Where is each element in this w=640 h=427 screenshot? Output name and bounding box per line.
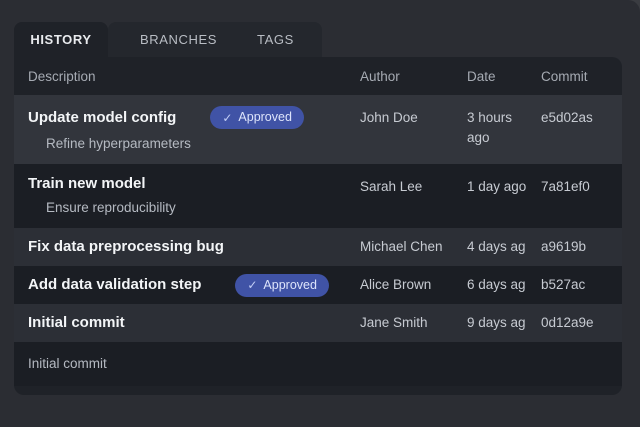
commit-description-cell: Fix data preprocessing bug	[14, 238, 360, 256]
commit-row[interactable]: Initial commit	[14, 342, 622, 386]
commit-title: Initial commit	[28, 314, 125, 331]
commit-title: Update model config	[28, 108, 177, 126]
commit-row[interactable]: Fix data preprocessing bug Michael Chen …	[14, 228, 622, 266]
column-header-description: Description	[28, 68, 96, 84]
commit-author: Sarah Lee	[360, 179, 423, 194]
commit-date: 1 day ago	[467, 179, 527, 194]
tab-tags[interactable]: TAGS	[257, 32, 294, 47]
column-header-date: Date	[467, 68, 496, 84]
tab-history[interactable]: HISTORY	[14, 22, 108, 57]
commit-subtitle: Refine hyperparameters	[46, 136, 191, 151]
commit-description-cell: Update model config ✓ Approved Refine hy…	[14, 106, 360, 151]
tab-branches[interactable]: BRANCHES	[140, 32, 217, 47]
commit-description-cell: Initial commit	[14, 355, 360, 373]
commit-row[interactable]: Initial commit Jane Smith 9 days ag 0d12…	[14, 304, 622, 342]
commit-hash: 0d12a9e	[541, 315, 594, 331]
commit-description-cell: Initial commit	[14, 314, 360, 332]
commit-title: Initial commit	[28, 356, 107, 371]
check-icon: ✓	[222, 110, 233, 125]
commit-hash: a9619b	[541, 239, 587, 255]
commit-description-cell: Add data validation step ✓ Approved	[14, 273, 360, 297]
badge-label: Approved	[238, 110, 292, 125]
table-header-row: Description Author Date Commit	[14, 57, 622, 95]
commit-title: Fix data preprocessing bug	[28, 238, 224, 255]
tab-bar: HISTORY BRANCHES TAGS	[0, 0, 640, 57]
commit-hash: 7a81ef0	[541, 179, 590, 194]
commit-date: 9 days ag	[467, 315, 526, 331]
commit-date: 4 days ag	[467, 239, 526, 255]
commit-hash: b527ac	[541, 277, 586, 293]
commit-author: Jane Smith	[360, 315, 428, 331]
commit-title: Add data validation step	[28, 276, 202, 293]
commit-hash: e5d02as	[541, 110, 593, 125]
commit-description-cell: Train new model Ensure reproducibility	[14, 175, 360, 215]
commit-date: 3 hours ago	[467, 110, 513, 145]
commit-author: Alice Brown	[360, 277, 432, 293]
check-icon: ✓	[247, 278, 258, 292]
history-panel: Description Author Date Commit Update mo…	[14, 57, 622, 395]
commit-row[interactable]: Update model config ✓ Approved Refine hy…	[14, 95, 622, 164]
commit-row[interactable]: Train new model Ensure reproducibility S…	[14, 164, 622, 228]
app-window: HISTORY BRANCHES TAGS Description Author…	[0, 0, 640, 427]
commit-date: 6 days ag	[467, 277, 526, 293]
tab-group: BRANCHES TAGS	[108, 22, 322, 57]
commit-author: Michael Chen	[360, 239, 443, 255]
commit-subtitle: Ensure reproducibility	[46, 200, 176, 215]
badge-label: Approved	[263, 277, 317, 292]
approved-badge: ✓ Approved	[235, 273, 329, 297]
commit-author: John Doe	[360, 110, 418, 125]
column-header-commit: Commit	[541, 68, 588, 84]
column-header-author: Author	[360, 68, 400, 84]
commit-row[interactable]: Add data validation step ✓ Approved Alic…	[14, 266, 622, 304]
approved-badge: ✓ Approved	[210, 106, 304, 129]
commit-title: Train new model	[28, 175, 146, 192]
